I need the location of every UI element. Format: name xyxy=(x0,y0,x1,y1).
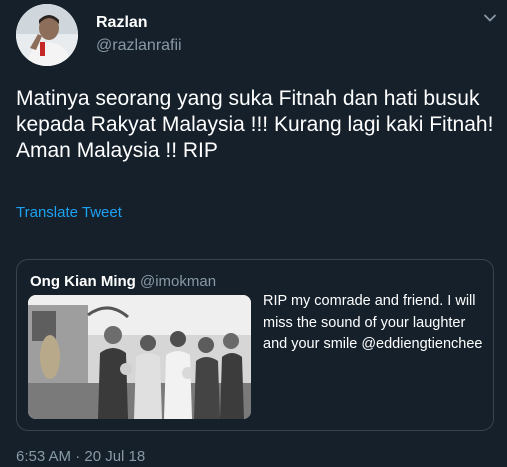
quoted-author-handle: @imokman xyxy=(140,273,217,290)
tweet: Razlan @razlanrafii Matinya seorang yang… xyxy=(0,0,507,467)
author-name[interactable]: Razlan xyxy=(96,14,148,32)
quoted-tweet[interactable]: Ong Kian Ming @imokman RIP my comrade an… xyxy=(16,259,494,431)
author-avatar[interactable] xyxy=(16,4,78,66)
quoted-tweet-text: RIP my comrade and friend. I will miss t… xyxy=(263,293,483,352)
translate-tweet-link[interactable]: Translate Tweet xyxy=(16,204,122,221)
chevron-down-icon[interactable] xyxy=(482,10,498,26)
quoted-tweet-photo[interactable] xyxy=(28,295,251,419)
tweet-timestamp[interactable]: 6:53 AM · 20 Jul 18 xyxy=(16,448,145,465)
quoted-author-name: Ong Kian Ming xyxy=(30,273,136,290)
author-handle[interactable]: @razlanrafii xyxy=(96,37,182,55)
tweet-text: Matinya seorang yang suka Fitnah dan hat… xyxy=(16,87,494,162)
